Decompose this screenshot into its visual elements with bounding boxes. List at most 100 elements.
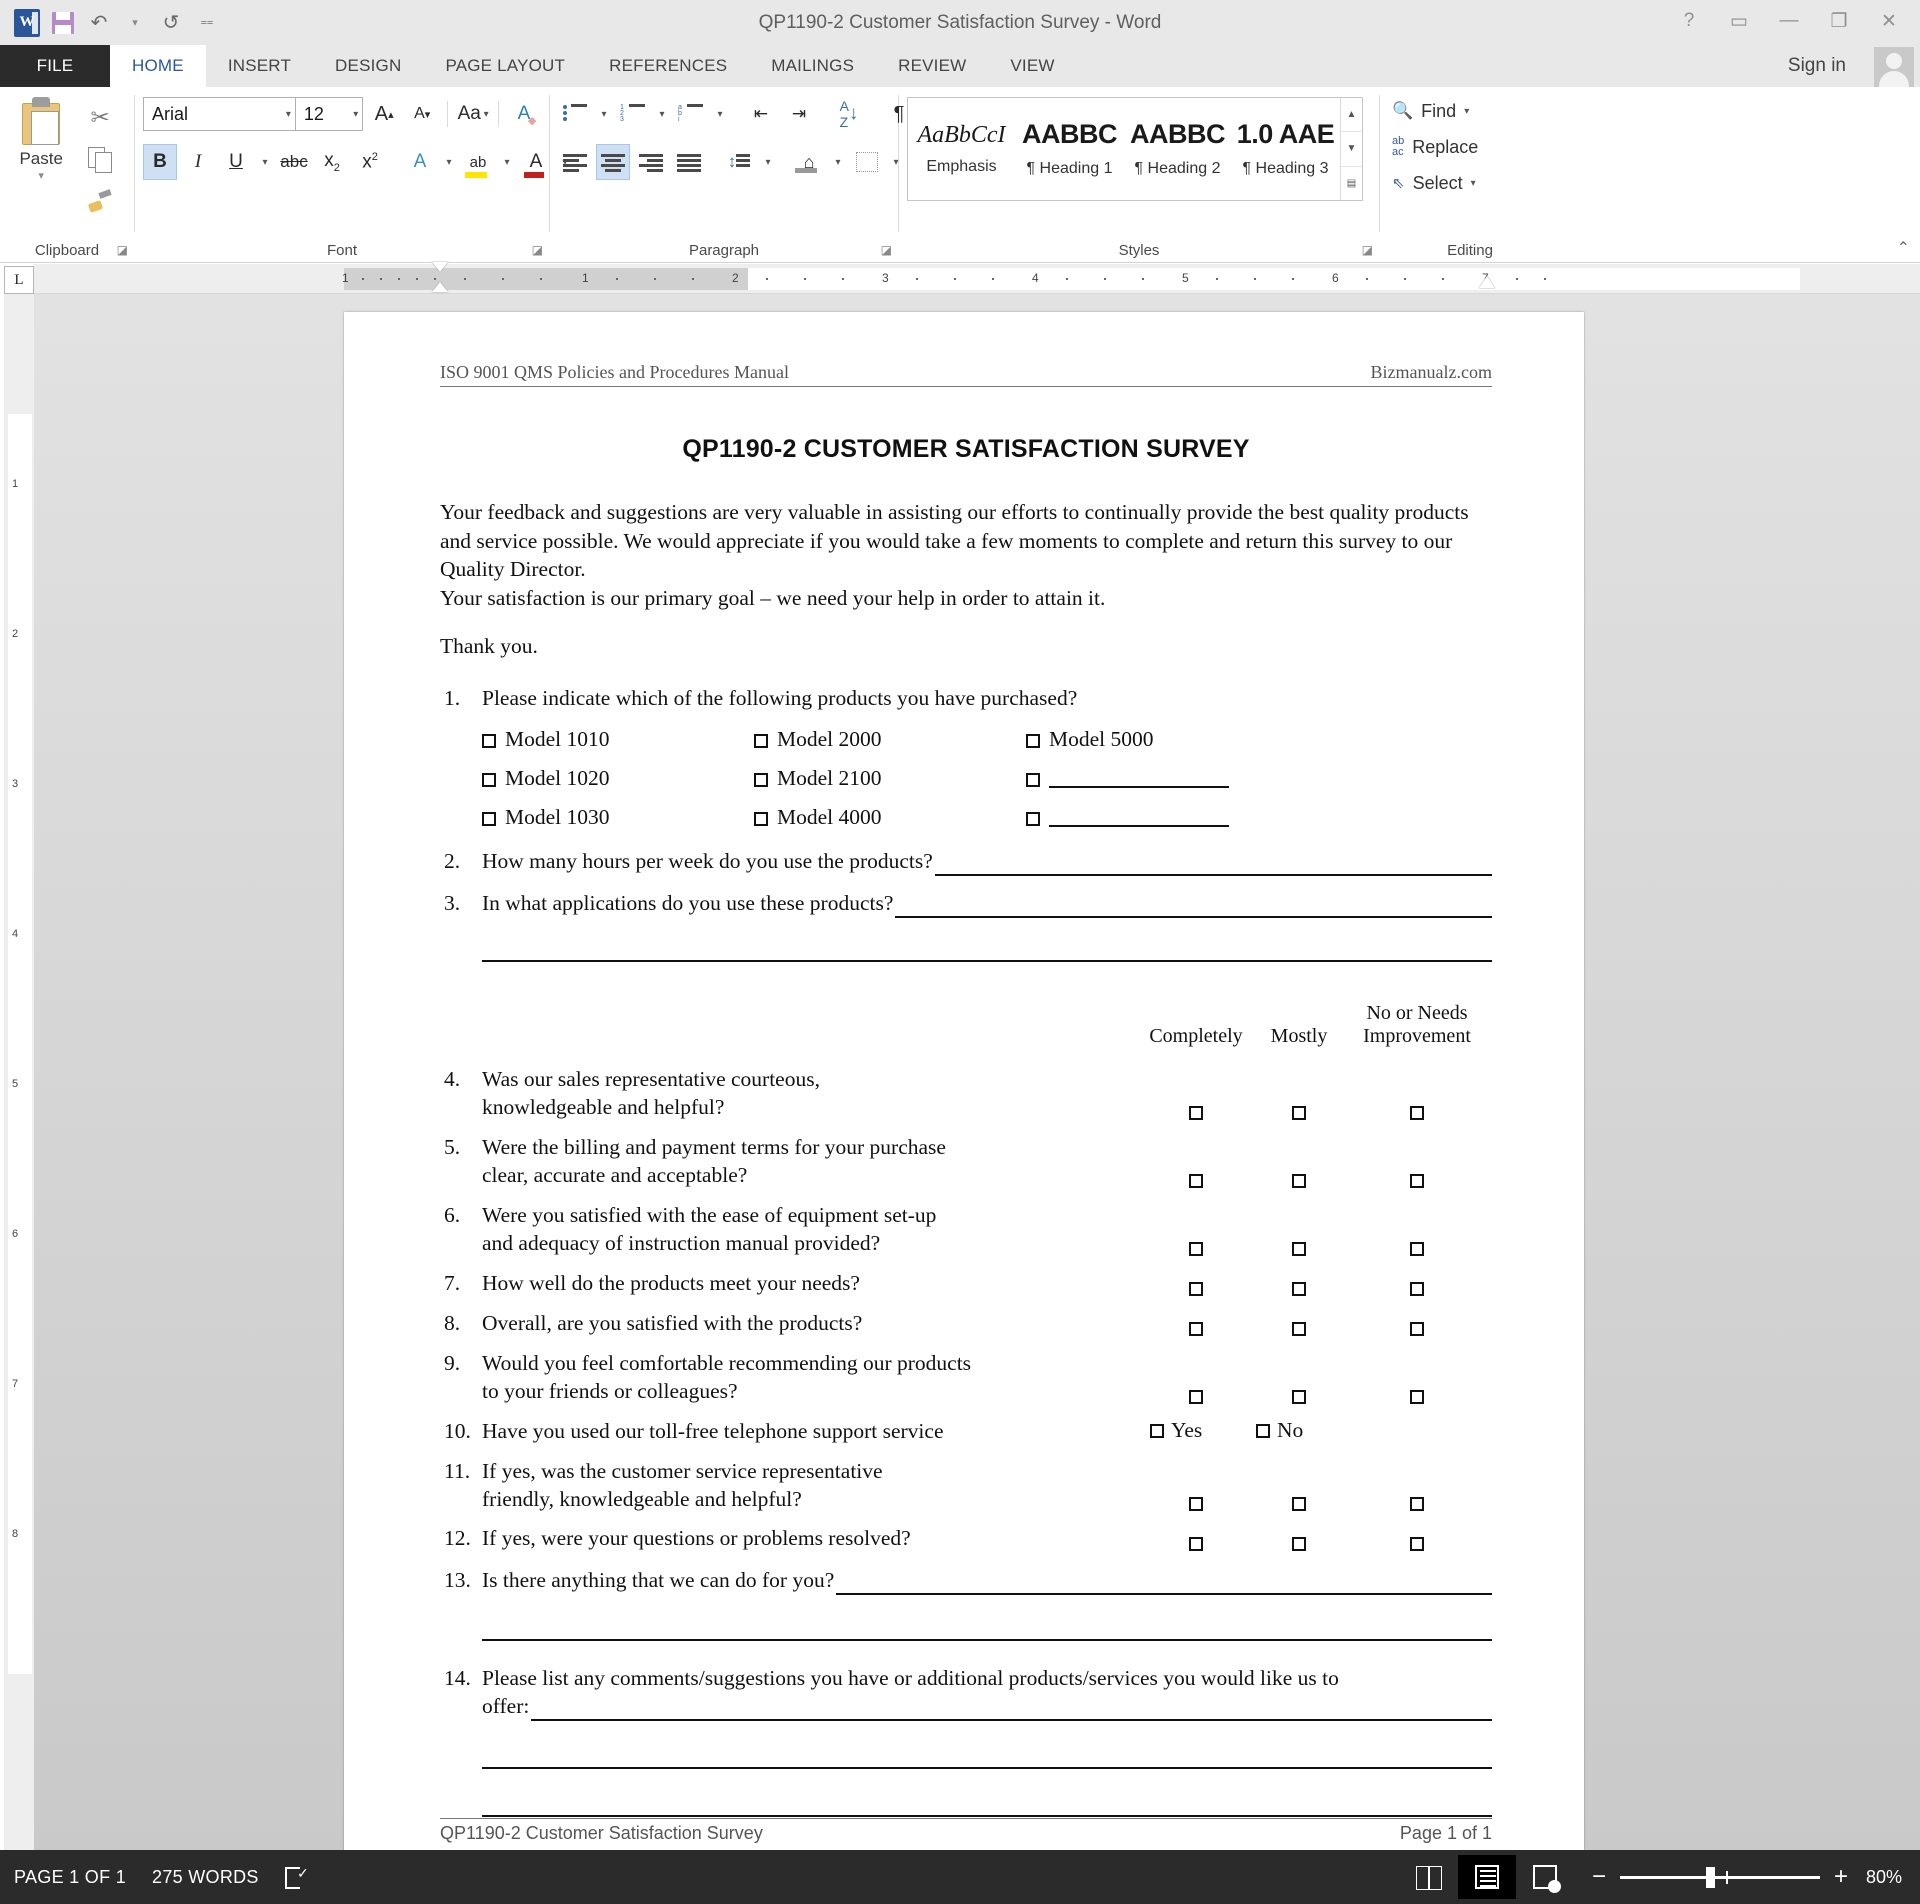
save-icon[interactable] [46,6,80,40]
checkbox-icon[interactable] [1410,1174,1424,1188]
checkbox-icon[interactable] [1292,1322,1306,1336]
left-indent-marker[interactable] [432,282,448,292]
right-indent-marker[interactable] [1479,276,1495,288]
borders-button[interactable] [850,144,884,180]
answer-line[interactable] [836,1575,1492,1595]
strikethrough-button[interactable]: abc [277,144,311,180]
model-option-blank[interactable] [1026,805,1298,830]
undo-dropdown-icon[interactable]: ▾ [118,6,152,40]
document-page[interactable]: ISO 9001 QMS Policies and Procedures Man… [344,312,1584,1850]
chevron-down-icon[interactable]: ▾ [286,109,291,120]
paste-button[interactable]: Paste ▾ [8,93,74,263]
checkbox-icon[interactable] [754,812,768,826]
checkbox-icon[interactable] [1292,1390,1306,1404]
replace-button[interactable]: abac Replace [1388,129,1552,165]
tab-review[interactable]: REVIEW [876,45,988,87]
select-button[interactable]: ⇖ Select ▾ [1388,165,1552,201]
rating-option-needs-improvement[interactable] [1342,1321,1492,1338]
checkbox-icon[interactable] [1026,734,1040,748]
clipboard-dialog-launcher[interactable]: ◪ [117,243,128,257]
decrease-indent-button[interactable]: ⇤ [744,96,778,132]
tab-mailings[interactable]: MAILINGS [749,45,876,87]
minimize-icon[interactable]: — [1766,4,1812,38]
answer-line[interactable] [531,1701,1492,1721]
grow-font-button[interactable]: A▴ [367,96,401,132]
model-option[interactable]: Model 2100 [754,766,1026,791]
answer-line[interactable] [482,1795,1492,1817]
change-case-button[interactable]: Aa ▾ [456,96,490,132]
yes-option[interactable]: Yes [1136,1418,1256,1446]
numbered-list-button[interactable]: 123 [616,96,650,132]
multilevel-list-button[interactable]: abi [674,96,708,132]
zoom-slider-thumb[interactable] [1706,1867,1715,1888]
format-painter-button[interactable] [80,183,120,219]
checkbox-icon[interactable] [1150,1424,1164,1438]
tab-references[interactable]: REFERENCES [587,45,749,87]
first-line-indent-marker[interactable] [432,262,448,272]
superscript-button[interactable]: x2 [353,144,387,180]
style-heading-3[interactable]: 1.0 AAE ¶ Heading 3 [1232,98,1340,200]
highlight-dropdown-icon[interactable]: ▾ [499,144,515,180]
rating-option-mostly[interactable] [1256,1281,1342,1298]
model-option[interactable]: Model 1020 [482,766,754,791]
checkbox-icon[interactable] [1410,1390,1424,1404]
checkbox-icon[interactable] [482,773,496,787]
sign-in-button[interactable]: Sign in [1788,55,1846,77]
close-icon[interactable]: ✕ [1866,4,1912,38]
italic-button[interactable]: I [181,144,215,180]
horizontal-ruler[interactable]: 1 1 2 3 4 5 6 7 [34,264,1920,294]
checkbox-icon[interactable] [754,734,768,748]
chevron-down-icon[interactable]: ▾ [353,109,358,120]
line-spacing-button[interactable]: ↕ [722,144,756,180]
rating-option-needs-improvement[interactable] [1342,1389,1492,1406]
underline-button[interactable]: U [219,144,253,180]
rating-option-mostly[interactable] [1256,1241,1342,1258]
rating-option-completely[interactable] [1136,1321,1256,1338]
numbered-list-dropdown-icon[interactable]: ▾ [654,96,670,132]
rating-option-completely[interactable] [1136,1173,1256,1190]
document-canvas[interactable]: ISO 9001 QMS Policies and Procedures Man… [34,294,1920,1850]
zoom-control[interactable]: − + [1592,1865,1848,1889]
checkbox-icon[interactable] [1410,1497,1424,1511]
ribbon-display-options-icon[interactable]: ▭ [1716,4,1762,38]
rating-option-completely[interactable] [1136,1496,1256,1513]
checkbox-icon[interactable] [1189,1497,1203,1511]
checkbox-icon[interactable] [1189,1174,1203,1188]
rating-option-needs-improvement[interactable] [1342,1241,1492,1258]
find-button[interactable]: 🔍 Find ▾ [1388,93,1552,129]
redo-icon[interactable]: ↺ [154,6,188,40]
word-logo-icon[interactable]: W [10,6,44,40]
shading-dropdown-icon[interactable]: ▾ [830,144,846,180]
shading-button[interactable]: ⌂ [792,151,826,173]
answer-line[interactable] [895,898,1492,918]
rating-option-completely[interactable] [1136,1389,1256,1406]
checkbox-icon[interactable] [1410,1537,1424,1551]
style-heading-2[interactable]: AABBC ¶ Heading 2 [1124,98,1232,200]
checkbox-icon[interactable] [1026,812,1040,826]
styles-scroll-down-icon[interactable]: ▼ [1341,132,1362,166]
rating-option-mostly[interactable] [1256,1173,1342,1190]
model-option-blank[interactable] [1026,766,1298,791]
checkbox-icon[interactable] [1256,1424,1270,1438]
tab-file[interactable]: FILE [0,45,110,87]
model-option[interactable]: Model 2000 [754,727,1026,752]
write-in-line[interactable] [1049,769,1229,788]
bold-button[interactable]: B [143,144,177,180]
collapse-ribbon-icon[interactable]: ⌃ [1897,238,1910,258]
multilevel-list-dropdown-icon[interactable]: ▾ [712,96,728,132]
tab-page-layout[interactable]: PAGE LAYOUT [423,45,587,87]
text-highlight-button[interactable]: ab [461,144,495,180]
rating-option-completely[interactable] [1136,1241,1256,1258]
maximize-icon[interactable]: ❐ [1816,4,1862,38]
rating-option-mostly[interactable] [1256,1536,1342,1553]
answer-line[interactable] [935,856,1492,876]
help-icon[interactable]: ? [1666,4,1712,38]
align-left-button[interactable] [558,144,592,180]
proofing-errors-icon[interactable] [285,1865,309,1889]
clear-formatting-button[interactable]: A [507,96,541,132]
rating-option-completely[interactable] [1136,1105,1256,1122]
font-color-button[interactable]: A [519,144,553,180]
checkbox-icon[interactable] [1410,1322,1424,1336]
style-heading-1[interactable]: AABBC ¶ Heading 1 [1016,98,1124,200]
font-name-input[interactable]: Arial ▾ [143,97,296,131]
